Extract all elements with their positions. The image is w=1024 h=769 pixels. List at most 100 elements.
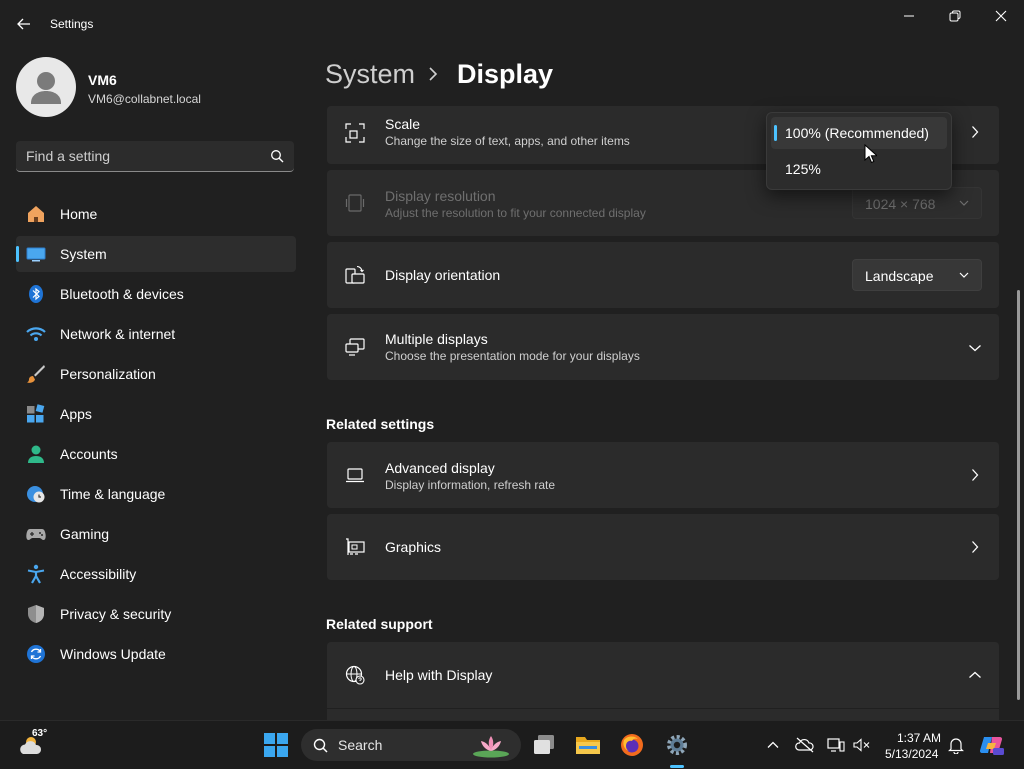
related-support-heading: Related support [326,616,433,632]
clock-time[interactable]: 1:37 AM [897,731,941,745]
cloud-offline-icon [795,737,814,753]
restore-button[interactable] [932,0,978,32]
copilot-icon [979,736,1004,755]
home-icon [28,206,44,222]
nav-label-system: System [60,246,107,262]
minimize-button[interactable] [886,0,932,32]
nav-label-accounts: Accounts [60,446,118,462]
gear-icon [667,735,687,755]
back-arrow-icon [17,18,30,30]
lotus-icon [473,736,509,758]
shield-icon [28,605,44,623]
chevron-up-icon [767,741,779,748]
task-view-button[interactable] [528,729,560,761]
display-orientation-card: Display orientation Landscape [327,242,999,308]
back-button[interactable] [10,10,38,38]
scale-option-label: 125% [785,161,821,177]
chevron-right-icon [972,541,979,553]
search-icon [270,149,284,168]
close-button[interactable] [978,0,1024,32]
start-button[interactable] [260,729,292,761]
active-indicator [16,246,19,262]
nav-item-accessibility[interactable]: Accessibility [16,556,296,592]
network-display-icon [827,738,845,752]
bluetooth-icon [29,285,43,303]
chevron-down-icon [959,272,969,278]
weather-temperature: 63° [32,728,48,739]
multiple-displays-subtitle: Choose the presentation mode for your di… [385,349,640,363]
nav-item-bluetooth[interactable]: Bluetooth & devices [16,276,296,312]
nav-item-windows-update[interactable]: Windows Update [16,636,296,672]
notifications-button[interactable] [940,729,972,761]
task-view-icon [534,735,554,754]
avatar[interactable] [16,57,76,117]
scale-option-100[interactable]: 100% (Recommended) [771,117,947,149]
volume-button[interactable] [846,729,878,761]
taskbar: 63° Search 1:37 AM 5/13/2024 [0,720,1024,769]
nav-item-accounts[interactable]: Accounts [16,436,296,472]
taskbar-search[interactable]: Search [301,729,521,761]
onedrive-button[interactable] [789,729,821,761]
nav-label-network: Network & internet [60,326,176,342]
settings-taskbar-button[interactable] [661,729,693,761]
apps-icon [27,404,45,423]
app-title: Settings [50,17,94,31]
nav-item-time-language[interactable]: Time & language [16,476,296,512]
chevron-up-icon [969,671,981,678]
file-explorer-button[interactable] [572,729,604,761]
scale-subtitle: Change the size of text, apps, and other… [385,134,630,148]
show-hidden-icons-button[interactable] [757,729,789,761]
nav-item-system[interactable]: System [16,236,296,272]
nav-label-home: Home [60,206,98,222]
user-avatar-icon [31,72,61,104]
resolution-title: Display resolution [385,188,496,204]
help-with-display-card[interactable]: Help with Display [327,642,999,708]
nav-item-privacy-security[interactable]: Privacy & security [16,596,296,632]
taskbar-search-label: Search [338,737,383,753]
minimize-icon [904,15,914,17]
nav-item-gaming[interactable]: Gaming [16,516,296,552]
advanced-display-card[interactable]: Advanced display Display information, re… [327,442,999,508]
search-input[interactable] [26,147,256,165]
chevron-right-icon [972,126,979,138]
orientation-value: Landscape [865,268,934,284]
nav-label-windows-update: Windows Update [60,646,166,662]
resolution-icon [345,194,365,212]
title-bar: Settings [0,0,1024,48]
restore-icon [949,10,961,22]
nav-item-personalization[interactable]: Personalization [16,356,296,392]
copilot-button[interactable] [976,729,1008,761]
multiple-displays-card[interactable]: Multiple displays Choose the presentatio… [327,314,999,380]
page-title: Display [457,59,554,89]
windows-logo-icon [264,733,288,757]
chevron-down-icon [969,345,981,352]
multiple-displays-title: Multiple displays [385,331,488,347]
scale-icon [345,123,365,143]
user-name: VM6 [88,72,117,88]
resolution-value: 1024 × 768 [865,196,936,212]
scale-option-125[interactable]: 125% [771,153,947,185]
globe-help-icon [345,665,365,685]
scale-title: Scale [385,116,421,132]
advanced-display-title: Advanced display [385,460,495,476]
scrollbar-thumb[interactable] [1017,290,1020,700]
clock-date[interactable]: 5/13/2024 [885,747,938,761]
chevron-down-icon [959,200,969,206]
nav-item-apps[interactable]: Apps [16,396,296,432]
firefox-button[interactable] [616,729,648,761]
graphics-card[interactable]: Graphics [327,514,999,580]
nav-item-network[interactable]: Network & internet [16,316,296,352]
breadcrumb-parent[interactable]: System [325,59,415,90]
update-icon [27,645,45,663]
nav-label-privacy-security: Privacy & security [60,606,172,622]
system-icon [26,247,46,262]
search-box[interactable] [16,141,294,172]
advanced-display-subtitle: Display information, refresh rate [385,478,556,492]
nav-item-home[interactable]: Home [16,196,296,232]
nav-label-bluetooth: Bluetooth & devices [60,286,184,302]
orientation-icon [345,265,365,284]
nav-label-time-language: Time & language [60,486,166,502]
orientation-dropdown[interactable]: Landscape [852,259,982,291]
scale-flyout-menu: 100% (Recommended) 125% [766,112,952,190]
breadcrumb-chevron-icon [429,67,438,81]
